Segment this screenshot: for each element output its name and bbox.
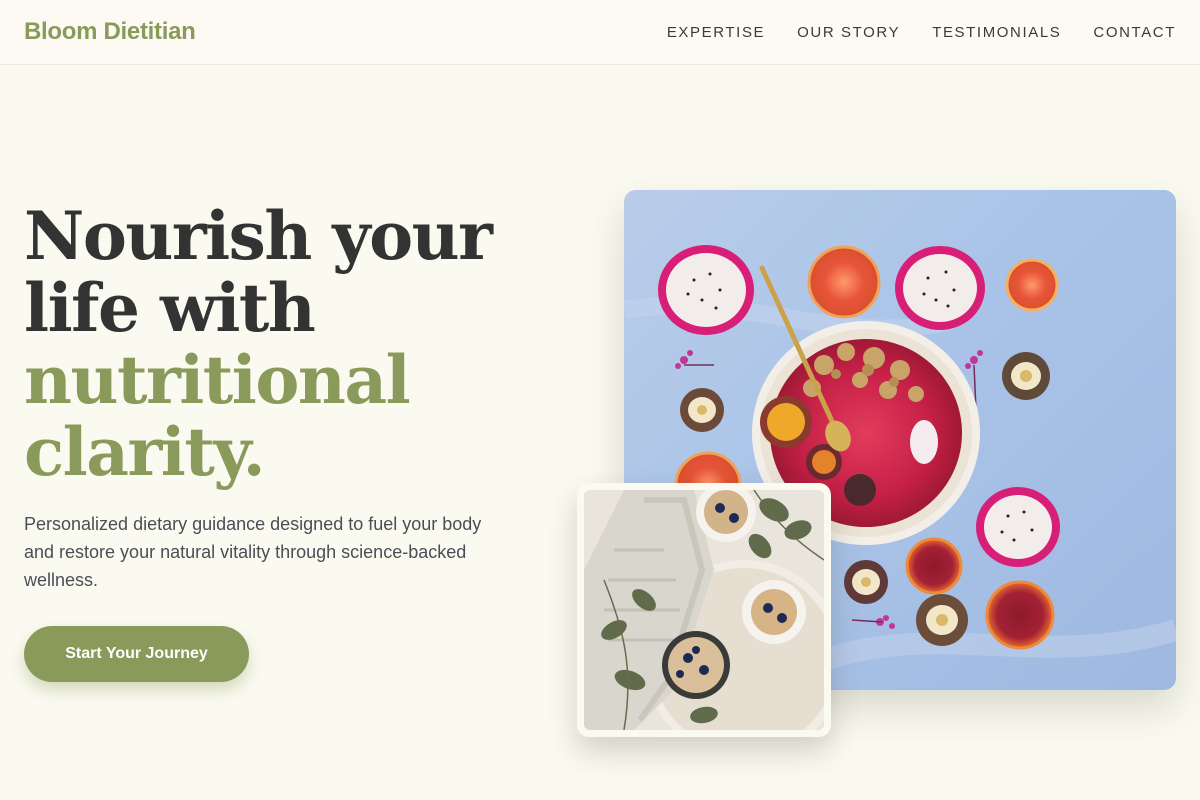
nav-link-our-story[interactable]: OUR STORY — [797, 24, 900, 41]
headline-line-2: life with — [24, 269, 316, 347]
headline-accent-1: nutritional — [24, 341, 411, 419]
start-journey-button[interactable]: Start Your Journey — [24, 626, 249, 682]
hero-headline: Nourish your life with nutritional clari… — [24, 200, 544, 488]
nav-link-expertise[interactable]: EXPERTISE — [667, 24, 765, 41]
hero-description: Personalized dietary guidance designed t… — [24, 514, 482, 590]
headline-line-1: Nourish your — [24, 197, 493, 275]
main-nav: EXPERTISE OUR STORY TESTIMONIALS CONTACT — [667, 24, 1176, 41]
nav-link-testimonials[interactable]: TESTIMONIALS — [932, 24, 1061, 41]
brand-logo[interactable]: Bloom Dietitian — [24, 18, 196, 46]
site-header: Bloom Dietitian EXPERTISE OUR STORY TEST… — [0, 0, 1200, 65]
nav-link-contact[interactable]: CONTACT — [1093, 24, 1176, 41]
headline-accent-2: clarity. — [24, 413, 266, 491]
breakfast-flatlay-photo — [577, 483, 831, 737]
